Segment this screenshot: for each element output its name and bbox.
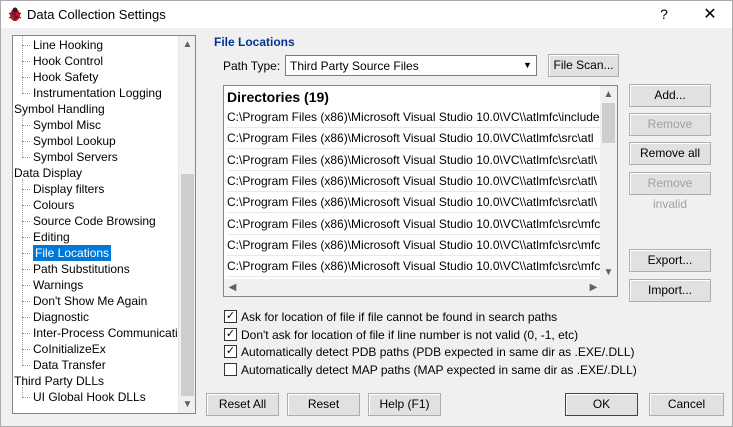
tree-item[interactable]: Inter-Process Communication xyxy=(33,325,191,341)
list-horizontal-scrollbar[interactable]: ◀ ▶ xyxy=(224,279,602,296)
checkbox-unchecked[interactable] xyxy=(224,362,237,376)
remove-button[interactable]: Remove xyxy=(629,113,711,136)
checkbox-checked[interactable]: ✓ xyxy=(224,345,237,358)
tree-connector xyxy=(22,36,23,93)
tree-item[interactable]: Path Substitutions xyxy=(33,261,130,277)
reset-button[interactable]: Reset xyxy=(287,393,360,416)
data-collection-settings-window: Data Collection Settings ? ✕ Line Hookin… xyxy=(0,0,733,427)
tree-connector xyxy=(22,301,30,302)
tree-connector xyxy=(22,141,30,142)
help-icon[interactable]: ? xyxy=(642,1,686,28)
tree-item[interactable]: File Locations xyxy=(33,245,112,261)
tree-connector xyxy=(22,93,30,94)
settings-tree[interactable]: Line Hooking Hook Control Hook Safety Instr… xyxy=(12,35,196,414)
tree-connector xyxy=(22,285,30,286)
directory-row[interactable]: C:\Program Files (x86)\Microsoft Visual … xyxy=(227,150,601,171)
import-button[interactable]: Import... xyxy=(629,279,711,302)
scroll-corner xyxy=(600,279,617,296)
tree-item[interactable]: UI Global Hook DLLs xyxy=(33,389,146,405)
file-scan-button[interactable]: File Scan... xyxy=(548,54,619,77)
directory-row[interactable]: C:\Program Files (x86)\Microsoft Visual … xyxy=(227,128,601,150)
tree-item[interactable]: Hook Safety xyxy=(33,69,98,85)
list-vertical-scrollbar[interactable]: ▲ ▼ xyxy=(600,86,617,281)
ok-button[interactable]: OK xyxy=(565,393,638,416)
directory-row[interactable]: C:\Program Files (x86)\Microsoft Visual … xyxy=(227,192,601,214)
checkbox-label: Ask for location of file if file cannot … xyxy=(241,310,558,324)
tree-item[interactable]: Hook Control xyxy=(33,53,103,69)
tree-connector xyxy=(22,269,30,270)
checkbox-checked[interactable]: ✓ xyxy=(224,310,237,323)
tree-item[interactable]: Line Hooking xyxy=(33,37,103,53)
checkbox-checked[interactable]: ✓ xyxy=(224,327,237,341)
tree-connector xyxy=(22,349,30,350)
tree-item[interactable]: CoInitializeEx xyxy=(33,341,106,357)
checkbox-label: Automatically detect PDB paths (PDB expe… xyxy=(241,345,635,359)
tree-connector xyxy=(22,179,23,365)
title-bar: Data Collection Settings ? ✕ xyxy=(1,1,732,28)
chevron-down-icon[interactable]: ▼ xyxy=(520,57,535,74)
add-button[interactable]: Add... xyxy=(629,84,711,107)
list-header: Directories (19) xyxy=(227,89,329,105)
tree-connector xyxy=(22,253,30,254)
tree-item[interactable]: Instrumentation Logging xyxy=(33,85,162,101)
tree-item[interactable]: Symbol Lookup xyxy=(33,133,116,149)
checkbox-label: Automatically detect MAP paths (MAP expe… xyxy=(241,362,637,377)
window-title: Data Collection Settings xyxy=(27,7,166,22)
tree-connector xyxy=(22,333,30,334)
tree-item[interactable]: Display filters xyxy=(33,181,104,197)
tree-item[interactable]: Third Party DLLs xyxy=(14,373,104,389)
directory-row[interactable]: C:\Program Files (x86)\Microsoft Visual … xyxy=(227,256,601,278)
scroll-left-icon[interactable]: ◀ xyxy=(224,279,241,296)
tree-connector xyxy=(22,237,30,238)
tree-connector xyxy=(22,397,30,398)
cancel-button[interactable]: Cancel xyxy=(649,393,724,416)
tree-item[interactable]: Colours xyxy=(33,197,74,213)
tree-connector xyxy=(22,317,30,318)
remove-all-button[interactable]: Remove all xyxy=(629,142,711,165)
tree-item[interactable]: Don't Show Me Again xyxy=(33,293,147,309)
tree-item[interactable]: Source Code Browsing xyxy=(33,213,156,229)
directory-row[interactable]: C:\Program Files (x86)\Microsoft Visual … xyxy=(227,214,601,235)
path-type-label: Path Type: xyxy=(223,59,281,73)
help-button[interactable]: Help (F1) xyxy=(368,393,441,416)
tree-item[interactable]: Symbol Handling xyxy=(14,101,105,117)
path-type-select[interactable]: Third Party Source Files ▼ xyxy=(285,55,537,76)
tree-item[interactable]: Diagnostic xyxy=(33,309,89,325)
export-button[interactable]: Export... xyxy=(629,249,711,272)
tree-connector xyxy=(22,61,30,62)
section-title: File Locations xyxy=(214,35,295,49)
tree-scroll-thumb[interactable] xyxy=(181,174,194,396)
tree-scrollbar[interactable]: ▲ ▼ xyxy=(178,36,195,413)
tree-item[interactable]: Editing xyxy=(33,229,70,245)
tree-connector xyxy=(22,157,30,158)
directory-row[interactable]: C:\Program Files (x86)\Microsoft Visual … xyxy=(227,171,601,192)
tree-item[interactable]: Data Transfer xyxy=(33,357,106,373)
tree-item[interactable]: Warnings xyxy=(33,277,83,293)
tree-item[interactable]: Symbol Servers xyxy=(33,149,118,165)
tree-connector xyxy=(22,115,23,157)
directory-row[interactable]: C:\Program Files (x86)\Microsoft Visual … xyxy=(227,235,601,256)
close-icon[interactable]: ✕ xyxy=(688,1,732,28)
scroll-down-icon[interactable]: ▼ xyxy=(179,396,195,413)
tree-connector xyxy=(22,77,30,78)
directories-list[interactable]: Directories (19) C:\Program Files (x86)\… xyxy=(223,85,618,297)
tree-connector xyxy=(22,221,30,222)
tree-connector xyxy=(22,45,30,46)
path-type-value: Third Party Source Files xyxy=(290,59,419,73)
list-scroll-thumb[interactable] xyxy=(602,103,615,143)
tree-connector xyxy=(22,387,23,397)
directory-row[interactable]: C:\Program Files (x86)\Microsoft Visual … xyxy=(227,107,601,128)
tree-item[interactable]: Data Display xyxy=(14,165,82,181)
tree-item[interactable]: Symbol Misc xyxy=(33,117,101,133)
remove-invalid-button[interactable]: Remove invalid xyxy=(629,172,711,211)
tree-connector xyxy=(22,365,30,366)
tree-connector xyxy=(22,205,30,206)
tree-connector xyxy=(22,189,30,190)
scroll-up-icon[interactable]: ▲ xyxy=(600,86,617,103)
checkbox-label: Don't ask for location of file if line n… xyxy=(241,327,579,342)
tree-connector xyxy=(22,125,30,126)
bug-icon xyxy=(8,7,22,21)
scroll-up-icon[interactable]: ▲ xyxy=(179,36,195,53)
reset-all-button[interactable]: Reset All xyxy=(206,393,279,416)
